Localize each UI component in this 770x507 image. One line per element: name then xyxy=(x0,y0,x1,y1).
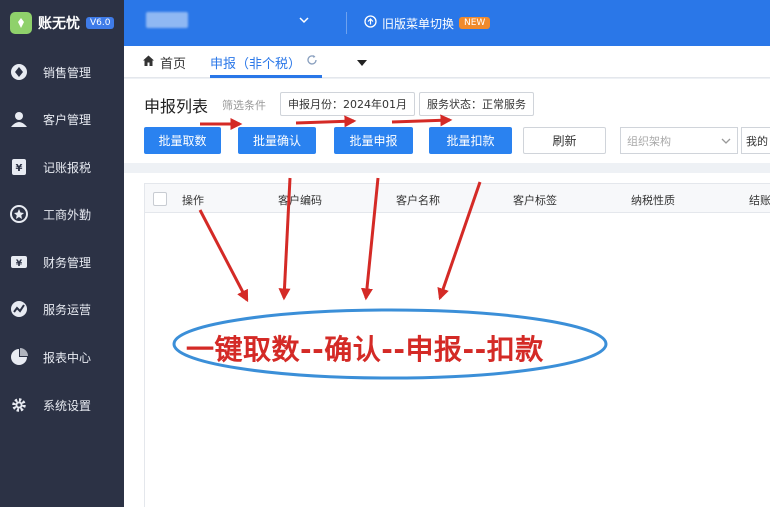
column-header[interactable]: 客户编码 xyxy=(278,192,322,208)
new-badge: NEW xyxy=(459,17,491,29)
filter-status-tag[interactable]: 服务状态：正常服务 xyxy=(419,92,534,116)
column-header[interactable]: 结账 xyxy=(749,192,770,208)
tab-declaration[interactable]: 申报（非个税） xyxy=(210,46,318,78)
annotation-text: 一键取数--确认--申报--扣款 xyxy=(186,333,544,366)
top-header: 旧版菜单切换 NEW xyxy=(124,0,770,46)
batch-fetch-button[interactable]: 批量取数 xyxy=(144,127,221,154)
page-title: 申报列表 xyxy=(144,97,209,116)
column-header[interactable]: 客户标签 xyxy=(513,192,557,208)
sidebar: 账无忧 V6.0 销售管理 客户管理 ¥ 记账报税 工商外勤 ¥ 财务管理 服务… xyxy=(0,0,124,507)
filter-label: 筛选条件 xyxy=(222,99,266,112)
table-header: 操作 客户编码 客户名称 客户标签 纳税性质 结账 xyxy=(145,183,770,213)
batch-confirm-button[interactable]: 批量确认 xyxy=(238,127,316,154)
tab-declaration-label: 申报（非个税） xyxy=(210,56,302,72)
sidebar-item-sales[interactable]: 销售管理 xyxy=(0,57,124,87)
switch-icon xyxy=(364,15,377,31)
section-divider xyxy=(124,163,770,173)
mine-select[interactable]: 我的 xyxy=(741,127,770,154)
operations-icon xyxy=(9,299,29,319)
column-header[interactable]: 纳税性质 xyxy=(631,192,675,208)
sidebar-item-label: 报表中心 xyxy=(43,350,92,365)
report-icon xyxy=(9,347,29,367)
filter-month-tag[interactable]: 申报月份：2024年01月 xyxy=(280,92,415,116)
old-menu-label: 旧版菜单切换 xyxy=(382,16,455,31)
tab-home-label: 首页 xyxy=(160,56,187,72)
select-all-checkbox[interactable] xyxy=(153,192,167,206)
chevron-down-icon[interactable] xyxy=(298,14,310,29)
org-structure-placeholder: 组织架构 xyxy=(627,134,671,148)
app-logo[interactable]: 账无忧 V6.0 xyxy=(0,0,124,46)
home-icon xyxy=(142,54,155,71)
settings-icon xyxy=(9,395,29,415)
sidebar-item-customers[interactable]: 客户管理 xyxy=(0,104,124,134)
sidebar-item-operations[interactable]: 服务运营 xyxy=(0,294,124,324)
header-divider xyxy=(346,12,347,34)
field-icon xyxy=(9,204,29,224)
column-header[interactable]: 客户名称 xyxy=(396,192,440,208)
column-header: 操作 xyxy=(182,194,204,207)
sidebar-item-label: 客户管理 xyxy=(43,112,92,127)
sidebar-item-tax[interactable]: ¥ 记账报税 xyxy=(0,152,124,182)
main-content: 申报列表 筛选条件 申报月份：2024年01月 服务状态：正常服务 批量取数 批… xyxy=(124,79,770,507)
org-name-blurred[interactable] xyxy=(146,12,188,28)
customer-icon xyxy=(9,109,29,129)
batch-declare-button[interactable]: 批量申报 xyxy=(334,127,413,154)
old-menu-switch[interactable]: 旧版菜单切换 NEW xyxy=(364,12,491,34)
batch-deduct-button[interactable]: 批量扣款 xyxy=(429,127,512,154)
sidebar-item-reports[interactable]: 报表中心 xyxy=(0,342,124,372)
org-structure-select[interactable]: 组织架构 xyxy=(620,127,738,154)
caret-down-icon[interactable] xyxy=(356,57,368,71)
svg-text:¥: ¥ xyxy=(16,163,23,174)
finance-icon: ¥ xyxy=(9,252,29,272)
sidebar-item-label: 服务运营 xyxy=(43,302,92,317)
active-tab-indicator xyxy=(210,75,322,78)
tab-bar: 首页 申报（非个税） xyxy=(124,46,770,78)
sidebar-item-label: 财务管理 xyxy=(43,255,92,270)
app-name: 账无忧 xyxy=(38,16,80,32)
sidebar-item-label: 记账报税 xyxy=(43,160,92,175)
refresh-icon[interactable] xyxy=(306,54,318,70)
svg-text:¥: ¥ xyxy=(16,259,23,269)
logo-icon xyxy=(10,12,32,34)
sales-icon xyxy=(9,62,29,82)
sidebar-item-finance[interactable]: ¥ 财务管理 xyxy=(0,247,124,277)
tax-icon: ¥ xyxy=(9,157,29,177)
sidebar-item-settings[interactable]: 系统设置 xyxy=(0,390,124,420)
sidebar-item-label: 系统设置 xyxy=(43,398,92,413)
refresh-button[interactable]: 刷新 xyxy=(523,127,606,154)
sidebar-item-label: 工商外勤 xyxy=(43,207,92,222)
sidebar-item-label: 销售管理 xyxy=(43,65,92,80)
tab-home[interactable]: 首页 xyxy=(142,46,186,78)
sidebar-item-field[interactable]: 工商外勤 xyxy=(0,199,124,229)
chevron-down-icon xyxy=(721,136,731,149)
app-version-badge: V6.0 xyxy=(86,17,115,29)
